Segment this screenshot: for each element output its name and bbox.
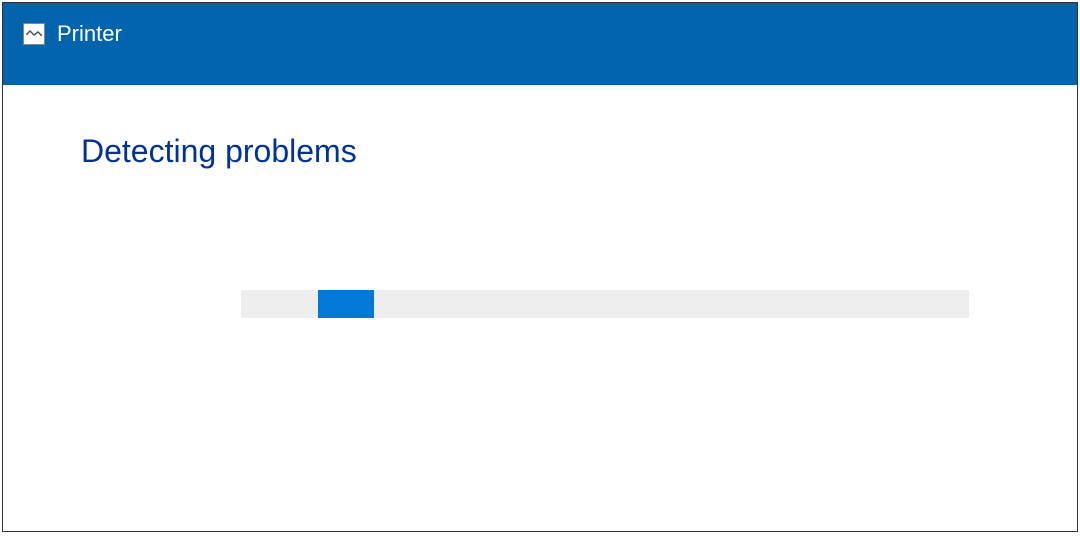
progress-bar-fill	[318, 290, 374, 318]
content-area: Detecting problems	[3, 85, 1077, 531]
printer-troubleshooter-icon	[23, 23, 45, 45]
titlebar: Printer	[3, 3, 1077, 85]
troubleshooter-window: Printer Detecting problems	[2, 2, 1078, 532]
progress-bar-track	[241, 290, 969, 318]
page-heading: Detecting problems	[81, 133, 999, 170]
titlebar-title: Printer	[57, 21, 122, 47]
